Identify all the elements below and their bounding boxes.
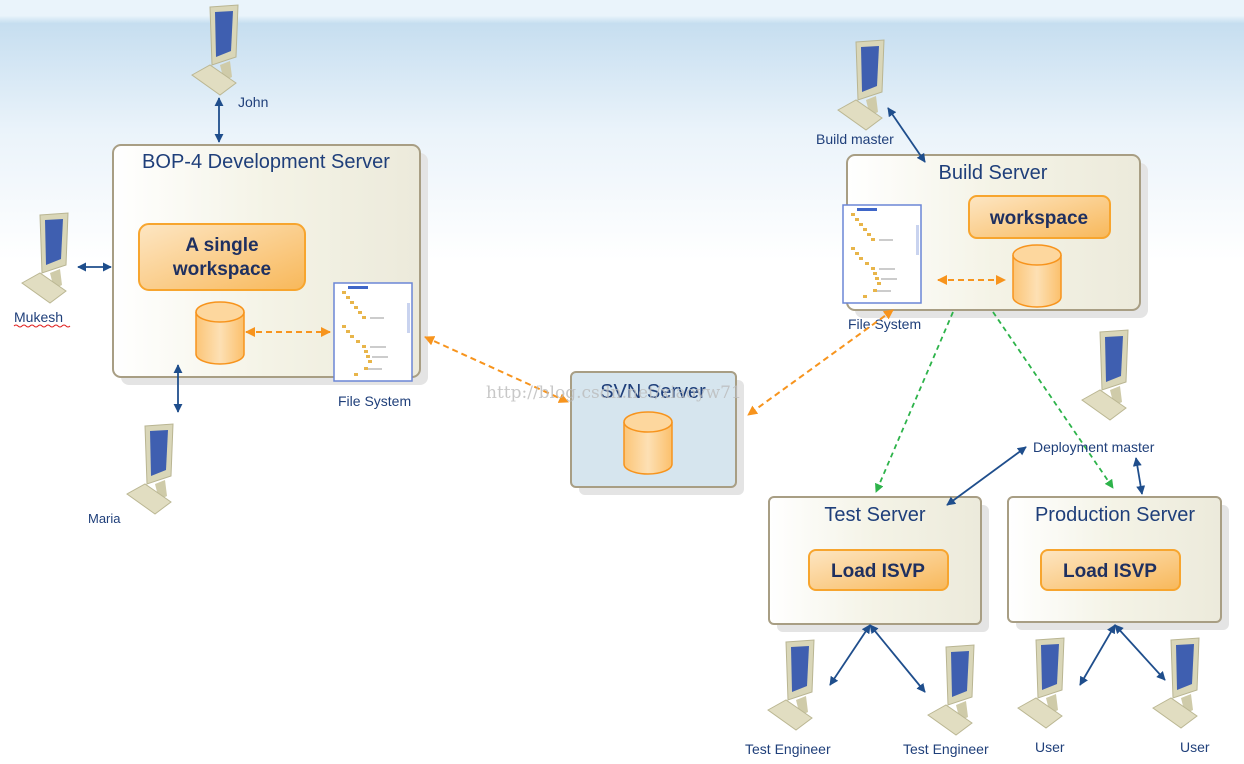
test-server-title: Test Server	[824, 504, 925, 526]
production-server[interactable]: Production Server Load ISVP	[1007, 496, 1222, 623]
label-user-2: User	[1180, 739, 1210, 755]
label-build-master: Build master	[816, 131, 894, 147]
database-icon	[623, 411, 673, 475]
build-server-title: Build Server	[939, 162, 1048, 184]
file-tree-icon	[842, 204, 922, 304]
label-maria: Maria	[88, 511, 121, 526]
file-tree-icon	[333, 282, 413, 382]
computer-icon-deployment-master[interactable]	[1081, 329, 1129, 421]
computer-icon-user-1[interactable]	[1017, 637, 1065, 729]
dev-workspace-line1: A single	[185, 235, 258, 256]
dev-file-system-label: File System	[338, 393, 411, 409]
production-load-isvp: Load ISVP	[1063, 561, 1157, 582]
label-test-engineer-2: Test Engineer	[903, 741, 989, 757]
dev-server-title: BOP-4 Development Server	[142, 151, 390, 173]
label-mukesh: Mukesh	[14, 309, 63, 325]
spellcheck-underline	[13, 324, 71, 328]
computer-icon-maria[interactable]	[126, 423, 174, 515]
label-test-engineer-1: Test Engineer	[745, 741, 831, 757]
dev-server[interactable]: BOP-4 Development Server A single worksp…	[112, 144, 421, 382]
computer-icon-test-engineer-1[interactable]	[767, 639, 815, 731]
dev-workspace[interactable]: A single workspace	[138, 223, 306, 291]
build-workspace-label: workspace	[989, 208, 1088, 229]
build-server[interactable]: Build Server workspace	[842, 154, 1141, 311]
database-icon	[1012, 244, 1062, 308]
label-deployment-master: Deployment master	[1033, 439, 1155, 455]
build-workspace[interactable]: workspace	[968, 195, 1111, 239]
deployment-diagram: BOP-4 Development Server A single worksp…	[0, 0, 1244, 764]
database-icon	[195, 301, 245, 365]
diagram-canvas: BOP-4 Development Server A single worksp…	[0, 0, 1244, 757]
label-user-1: User	[1035, 739, 1065, 755]
production-server-title: Production Server	[1035, 504, 1195, 526]
watermark: http://blog.csdn.net/xiaoyw71	[486, 383, 742, 403]
build-file-system-label: File System	[848, 316, 921, 332]
computer-icon-user-2[interactable]	[1152, 637, 1200, 729]
dev-workspace-line2: workspace	[172, 259, 271, 280]
label-john: John	[238, 94, 268, 110]
deploy-links	[875, 311, 1114, 493]
computer-icon-test-engineer-2[interactable]	[927, 644, 975, 736]
test-server[interactable]: Test Server Load ISVP	[768, 496, 982, 625]
test-load-isvp: Load ISVP	[831, 561, 925, 582]
